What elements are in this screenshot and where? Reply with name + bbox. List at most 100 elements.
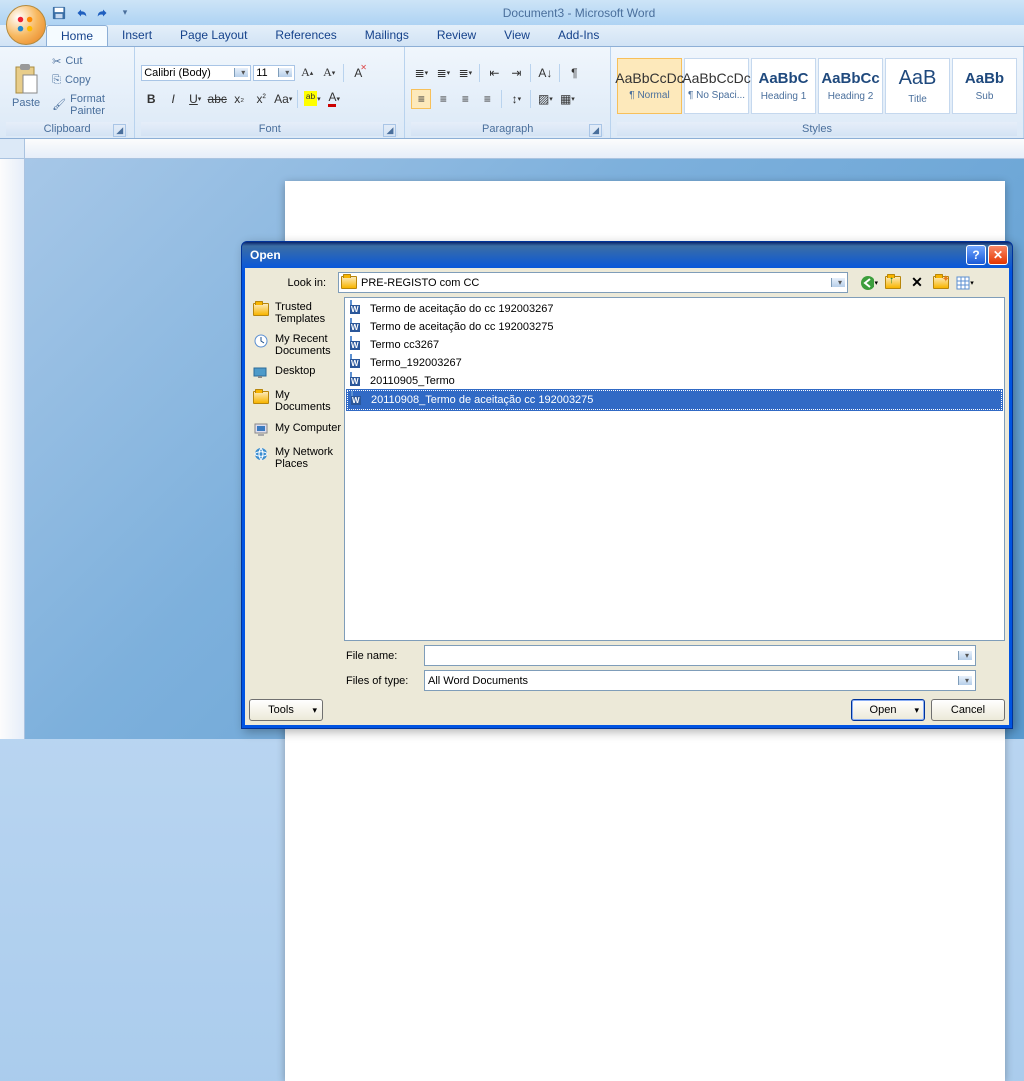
- ruler-horizontal[interactable]: [25, 139, 1024, 158]
- multilevel-button[interactable]: ≣▾: [455, 63, 475, 83]
- style-item[interactable]: AaBbCcHeading 2: [818, 58, 883, 114]
- tab-insert[interactable]: Insert: [108, 25, 166, 46]
- align-left-button[interactable]: ≡: [411, 89, 431, 109]
- file-row[interactable]: Termo de aceitação do cc 192003267: [347, 300, 1002, 318]
- chevron-down-icon: ▾: [958, 676, 972, 685]
- clear-formatting-button[interactable]: A✕: [348, 63, 368, 83]
- clipboard-launcher[interactable]: ◢: [113, 124, 126, 137]
- highlight-button[interactable]: ab▾: [302, 89, 322, 109]
- place-item[interactable]: My Recent Documents: [249, 329, 344, 361]
- file-row[interactable]: 20110908_Termo de aceitação cc 192003275: [347, 390, 1002, 410]
- word-doc-icon: [350, 301, 366, 317]
- style-item[interactable]: AaBbCcDc¶ No Spaci...: [684, 58, 749, 114]
- ribbon: Paste ✂Cut ⎘Copy 🖌Format Painter Clipboa…: [0, 47, 1024, 139]
- open-button[interactable]: Open: [851, 699, 925, 721]
- tab-mailings[interactable]: Mailings: [351, 25, 423, 46]
- paste-button[interactable]: Paste: [6, 59, 46, 113]
- decrease-indent-button[interactable]: ⇤: [484, 63, 504, 83]
- dialog-titlebar[interactable]: Open ? ✕: [242, 242, 1012, 268]
- place-item[interactable]: My Computer: [249, 418, 344, 442]
- tab-addins[interactable]: Add-Ins: [544, 25, 613, 46]
- strikethrough-button[interactable]: abc: [207, 89, 227, 109]
- shrink-font-button[interactable]: A▾: [319, 63, 339, 83]
- show-marks-button[interactable]: ¶: [564, 63, 584, 83]
- chevron-down-icon: ▾: [278, 68, 292, 77]
- redo-button[interactable]: [94, 4, 112, 22]
- shading-button[interactable]: ▨▾: [535, 89, 555, 109]
- tools-button[interactable]: Tools: [249, 699, 323, 721]
- tab-page-layout[interactable]: Page Layout: [166, 25, 261, 46]
- file-list[interactable]: Termo de aceitação do cc 192003267 Termo …: [344, 297, 1005, 641]
- numbering-button[interactable]: ≣▾: [433, 63, 453, 83]
- ruler-vertical[interactable]: [0, 159, 25, 739]
- file-row[interactable]: Termo_192003267: [347, 354, 1002, 372]
- tab-home[interactable]: Home: [46, 25, 108, 46]
- place-item[interactable]: My Network Places: [249, 442, 344, 474]
- superscript-button[interactable]: x²: [251, 89, 271, 109]
- justify-button[interactable]: ≡: [477, 89, 497, 109]
- cancel-button[interactable]: Cancel: [931, 699, 1005, 721]
- chevron-down-icon: ▾: [958, 651, 972, 660]
- sort-button[interactable]: A↓: [535, 63, 555, 83]
- change-case-button[interactable]: Aa▾: [273, 89, 293, 109]
- align-center-button[interactable]: ≡: [433, 89, 453, 109]
- ribbon-tabs: Home Insert Page Layout References Maili…: [0, 25, 1024, 47]
- underline-button[interactable]: U▾: [185, 89, 205, 109]
- file-name-input[interactable]: ▾: [424, 645, 976, 666]
- back-button[interactable]: ▾: [860, 274, 878, 292]
- italic-button[interactable]: I: [163, 89, 183, 109]
- subscript-button[interactable]: x₂: [229, 89, 249, 109]
- chevron-down-icon: ▾: [831, 278, 845, 287]
- format-painter-button[interactable]: 🖌Format Painter: [48, 91, 128, 119]
- font-launcher[interactable]: ◢: [383, 124, 396, 137]
- office-button[interactable]: [6, 5, 46, 45]
- place-item[interactable]: Trusted Templates: [249, 297, 344, 329]
- style-label: ¶ Normal: [629, 90, 669, 101]
- file-name: Termo de aceitação do cc 192003275: [370, 321, 553, 333]
- file-type-combo[interactable]: All Word Documents▾: [424, 670, 976, 691]
- line-spacing-button[interactable]: ↕▾: [506, 89, 526, 109]
- dialog-help-button[interactable]: ?: [966, 245, 986, 265]
- file-row[interactable]: 20110905_Termo: [347, 372, 1002, 390]
- font-group-label: Font: [259, 123, 281, 135]
- paragraph-launcher[interactable]: ◢: [589, 124, 602, 137]
- copy-button[interactable]: ⎘Copy: [48, 72, 128, 89]
- ruler-corner[interactable]: [0, 139, 25, 158]
- views-button[interactable]: ▾: [956, 274, 974, 292]
- style-item[interactable]: AaBTitle: [885, 58, 950, 114]
- tab-view[interactable]: View: [490, 25, 544, 46]
- style-item[interactable]: AaBbCcDc¶ Normal: [617, 58, 682, 114]
- grow-font-button[interactable]: A▴: [297, 63, 317, 83]
- cut-button[interactable]: ✂Cut: [48, 53, 128, 70]
- network-icon: [251, 446, 271, 462]
- qat-customize-button[interactable]: ▾: [116, 4, 134, 22]
- font-color-button[interactable]: A▾: [324, 89, 344, 109]
- paste-label: Paste: [12, 97, 40, 109]
- file-row[interactable]: Termo cc3267: [347, 336, 1002, 354]
- open-dialog: Open ? ✕ Look in: PRE-REGISTO com CC ▾ ▾…: [241, 241, 1013, 729]
- quick-access-toolbar: ▾: [50, 4, 134, 22]
- tab-references[interactable]: References: [261, 25, 350, 46]
- place-item[interactable]: My Documents: [249, 385, 344, 417]
- up-one-level-button[interactable]: ↑: [884, 274, 902, 292]
- font-size-combo[interactable]: 11▾: [253, 65, 295, 81]
- tab-review[interactable]: Review: [423, 25, 490, 46]
- undo-button[interactable]: [72, 4, 90, 22]
- delete-button[interactable]: ✕: [908, 274, 926, 292]
- dialog-close-button[interactable]: ✕: [988, 245, 1008, 265]
- font-name-combo[interactable]: Calibri (Body)▾: [141, 65, 251, 81]
- increase-indent-button[interactable]: ⇥: [506, 63, 526, 83]
- dialog-toolbar: ▾ ↑ ✕ ✦ ▾: [860, 274, 974, 292]
- new-folder-button[interactable]: ✦: [932, 274, 950, 292]
- style-item[interactable]: AaBbSub: [952, 58, 1017, 114]
- bullets-button[interactable]: ≣▾: [411, 63, 431, 83]
- save-button[interactable]: [50, 4, 68, 22]
- align-right-button[interactable]: ≡: [455, 89, 475, 109]
- place-item[interactable]: Desktop: [249, 361, 344, 385]
- title-bar: ▾ Document3 - Microsoft Word: [0, 0, 1024, 25]
- file-row[interactable]: Termo de aceitação do cc 192003275: [347, 318, 1002, 336]
- borders-button[interactable]: ▦▾: [557, 89, 577, 109]
- style-item[interactable]: AaBbCHeading 1: [751, 58, 816, 114]
- look-in-combo[interactable]: PRE-REGISTO com CC ▾: [338, 272, 848, 293]
- bold-button[interactable]: B: [141, 89, 161, 109]
